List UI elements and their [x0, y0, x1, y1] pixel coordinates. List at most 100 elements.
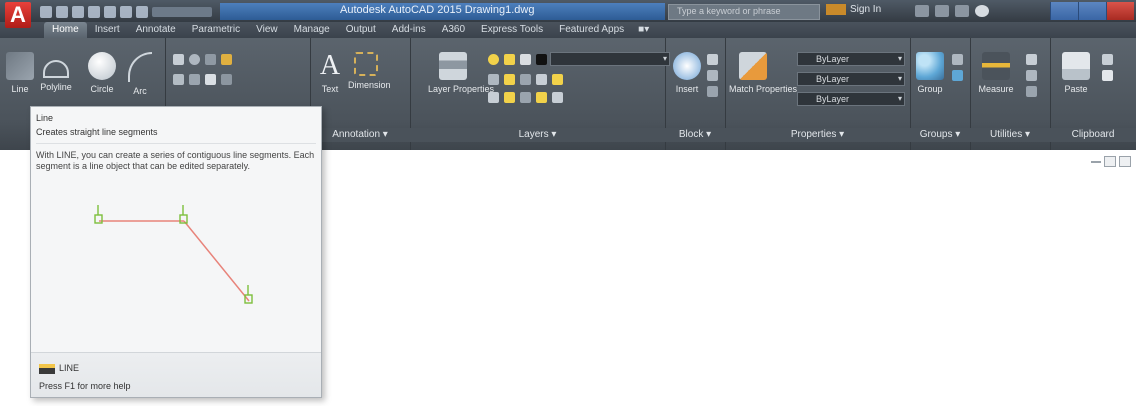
groups-panel-title[interactable]: Groups ▾ — [910, 128, 970, 142]
layer-lock-icon[interactable] — [520, 54, 531, 65]
ribbon-minimize-toggle[interactable]: ■▾ — [638, 22, 649, 38]
layer-previous-icon[interactable] — [536, 92, 547, 103]
calculator-icon[interactable] — [1026, 86, 1037, 97]
move-icon[interactable] — [173, 54, 184, 65]
paste-button[interactable]: Paste — [1058, 52, 1094, 94]
edit-block-icon[interactable] — [707, 70, 718, 81]
new-file-icon[interactable] — [40, 6, 52, 18]
tab-annotate[interactable]: Annotate — [128, 22, 184, 38]
copy-icon[interactable] — [173, 74, 184, 85]
tab-express-tools[interactable]: Express Tools — [473, 22, 551, 38]
linetype-dropdown[interactable]: ByLayer ▾ — [797, 72, 905, 86]
a360-icon[interactable] — [935, 5, 949, 17]
tooltip-description: Creates straight line segments — [36, 127, 158, 137]
circle-button[interactable]: Circle — [84, 52, 120, 94]
dimension-button[interactable]: Dimension — [348, 52, 391, 90]
open-file-icon[interactable] — [56, 6, 68, 18]
maximize-button[interactable] — [1078, 2, 1106, 20]
insert-block-icon — [673, 52, 701, 80]
fillet-icon[interactable] — [205, 74, 216, 85]
redo-icon[interactable] — [136, 6, 148, 18]
polyline-button[interactable]: Polyline — [38, 52, 74, 92]
edit-attributes-icon[interactable] — [707, 86, 718, 97]
layer-on-icon[interactable] — [488, 54, 499, 65]
layer-properties-icon — [439, 52, 467, 80]
stay-connected-icon[interactable] — [955, 5, 969, 17]
layer-current-icon[interactable] — [536, 74, 547, 85]
utilities-panel-title[interactable]: Utilities ▾ — [970, 128, 1050, 142]
layer-unlock-icon[interactable] — [520, 92, 531, 103]
lineweight-dropdown[interactable]: ByLayer ▾ — [797, 92, 905, 106]
match-properties-button[interactable]: Match Properties — [729, 52, 797, 94]
tab-insert[interactable]: Insert — [87, 22, 128, 38]
exchange-icon[interactable] — [915, 5, 929, 17]
erase-icon[interactable] — [221, 54, 232, 65]
group-edit-icon[interactable] — [952, 70, 963, 81]
circle-icon — [88, 52, 116, 80]
tab-home[interactable]: Home — [44, 22, 87, 38]
layer-properties-button[interactable]: Layer Properties — [428, 52, 494, 94]
layer-thaw-icon[interactable] — [504, 92, 515, 103]
layer-isolate-icon[interactable] — [504, 74, 515, 85]
tab-a360[interactable]: A360 — [434, 22, 473, 38]
annotation-panel-title[interactable]: Annotation ▾ — [310, 128, 410, 142]
minimize-button[interactable] — [1050, 2, 1078, 20]
user-icon — [826, 4, 846, 15]
tab-view[interactable]: View — [248, 22, 286, 38]
save-as-icon[interactable] — [88, 6, 100, 18]
layer-freeze-icon[interactable] — [504, 54, 515, 65]
cut-icon[interactable] — [1102, 54, 1113, 65]
workspace-dropdown[interactable] — [152, 7, 212, 17]
explode-icon[interactable] — [221, 74, 232, 85]
tab-featured-apps[interactable]: Featured Apps — [551, 22, 632, 38]
line-button[interactable]: Line — [2, 52, 38, 94]
trim-icon[interactable] — [205, 54, 216, 65]
application-menu-button[interactable]: A — [5, 2, 31, 28]
layer-color-icon[interactable] — [536, 54, 547, 65]
copy-clip-icon[interactable] — [1102, 70, 1113, 81]
modify-tools-row-1 — [173, 54, 232, 65]
layer-tools-row-2 — [488, 92, 563, 103]
color-dropdown[interactable]: ByLayer ▾ — [797, 52, 905, 66]
help-icon[interactable] — [975, 5, 989, 17]
ungroup-icon[interactable] — [952, 54, 963, 65]
select-all-icon[interactable] — [1026, 70, 1037, 81]
viewport-close-icon[interactable] — [1119, 156, 1131, 167]
plot-icon[interactable] — [104, 6, 116, 18]
tab-add-ins[interactable]: Add-ins — [384, 22, 434, 38]
viewport-restore-icon[interactable] — [1104, 156, 1116, 167]
measure-label: Measure — [978, 84, 1014, 94]
quick-select-icon[interactable] — [1026, 54, 1037, 65]
rotate-icon[interactable] — [189, 54, 200, 65]
layer-unisolate-icon[interactable] — [552, 74, 563, 85]
create-block-icon[interactable] — [707, 54, 718, 65]
viewport-minimize-icon[interactable] — [1091, 156, 1101, 163]
layer-dropdown[interactable]: ▾ — [550, 52, 670, 66]
text-button[interactable]: A Text — [312, 52, 348, 95]
close-button[interactable] — [1106, 2, 1134, 20]
measure-button[interactable]: Measure — [974, 52, 1018, 94]
properties-panel-title[interactable]: Properties ▾ — [725, 128, 910, 142]
layers-panel-title[interactable]: Layers ▾ — [410, 128, 665, 142]
search-input[interactable]: Type a keyword or phrase — [668, 4, 820, 20]
undo-icon[interactable] — [120, 6, 132, 18]
arc-icon — [128, 52, 152, 82]
tab-manage[interactable]: Manage — [286, 22, 338, 38]
group-button[interactable]: Group — [912, 52, 948, 94]
layer-off-icon[interactable] — [520, 74, 531, 85]
tab-output[interactable]: Output — [338, 22, 384, 38]
layer-merge-icon[interactable] — [552, 92, 563, 103]
layer-walk-icon[interactable] — [488, 92, 499, 103]
block-panel-title[interactable]: Block ▾ — [665, 128, 725, 142]
layer-match-icon[interactable] — [488, 74, 499, 85]
insert-button[interactable]: Insert — [669, 52, 705, 94]
arc-button[interactable]: Arc — [122, 52, 158, 96]
group-tools — [952, 54, 963, 81]
tab-parametric[interactable]: Parametric — [184, 22, 248, 38]
modify-tools-row-2 — [173, 74, 232, 85]
save-icon[interactable] — [72, 6, 84, 18]
clipboard-panel-title[interactable]: Clipboard — [1050, 128, 1136, 142]
sign-in-button[interactable]: Sign In — [826, 4, 881, 15]
insert-label: Insert — [675, 84, 699, 94]
mirror-icon[interactable] — [189, 74, 200, 85]
